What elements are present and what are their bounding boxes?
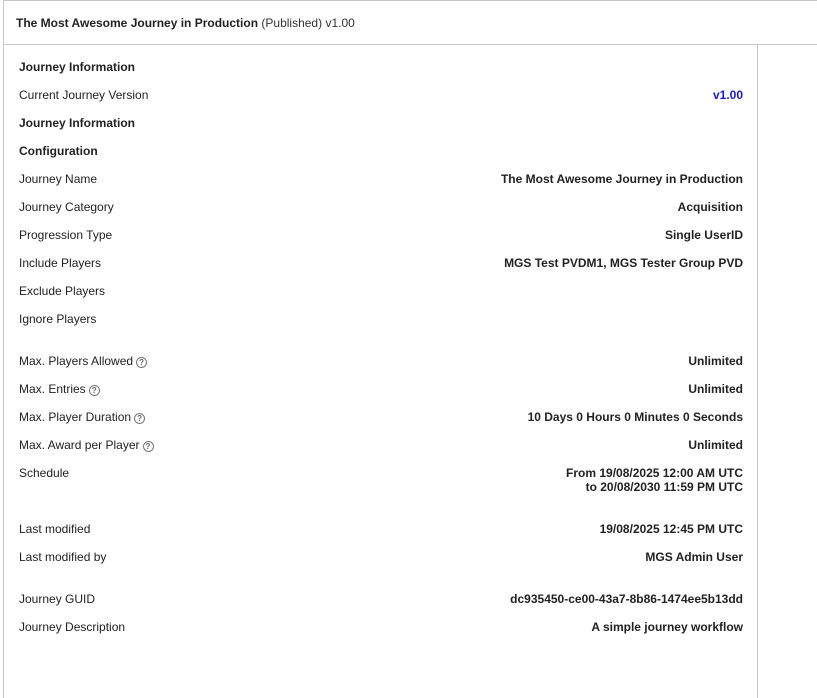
journey-header-version: v1.00 bbox=[325, 16, 355, 30]
row-max-entries: Max. Entries? Unlimited bbox=[19, 382, 743, 402]
journey-name-label: Journey Name bbox=[19, 172, 98, 186]
max-award-label-text: Max. Award per Player bbox=[19, 438, 140, 452]
row-journey-guid: Journey GUID dc935450-ce00-43a7-8b86-147… bbox=[19, 592, 743, 612]
max-players-value: Unlimited bbox=[688, 354, 743, 368]
row-ignore-players: Ignore Players bbox=[19, 312, 743, 332]
row-current-version: Current Journey Version v1.00 bbox=[19, 88, 743, 108]
row-last-modified: Last modified 19/08/2025 12:45 PM UTC bbox=[19, 522, 743, 542]
row-journey-category: Journey Category Acquisition bbox=[19, 200, 743, 220]
section-journey-information: Journey Information bbox=[19, 60, 136, 74]
max-entries-value: Unlimited bbox=[688, 382, 743, 396]
last-modified-value: 19/08/2025 12:45 PM UTC bbox=[599, 522, 743, 536]
row-include-players: Include Players MGS Test PVDM1, MGS Test… bbox=[19, 256, 743, 276]
row-exclude-players: Exclude Players bbox=[19, 284, 743, 304]
journey-name-value: The Most Awesome Journey in Production bbox=[500, 172, 743, 186]
last-modified-label: Last modified bbox=[19, 522, 91, 536]
max-players-label-text: Max. Players Allowed bbox=[19, 354, 134, 368]
schedule-value: From 19/08/2025 12:00 AM UTC to 20/08/20… bbox=[566, 466, 743, 494]
row-max-award: Max. Award per Player? Unlimited bbox=[19, 438, 743, 458]
max-players-label: Max. Players Allowed? bbox=[19, 354, 148, 368]
journey-category-label: Journey Category bbox=[19, 200, 114, 214]
max-entries-label-text: Max. Entries bbox=[19, 382, 86, 396]
journey-description-value: A simple journey workflow bbox=[591, 620, 743, 634]
help-circle-icon[interactable]: ? bbox=[142, 441, 154, 452]
max-entries-label: Max. Entries? bbox=[19, 382, 100, 396]
row-progression-type: Progression Type Single UserID bbox=[19, 228, 743, 248]
progression-type-label: Progression Type bbox=[19, 228, 113, 242]
exclude-players-label: Exclude Players bbox=[19, 284, 106, 298]
include-players-label: Include Players bbox=[19, 256, 102, 270]
section-journey-information-2: Journey Information bbox=[19, 116, 136, 130]
ignore-players-label: Ignore Players bbox=[19, 312, 97, 326]
max-duration-label: Max. Player Duration? bbox=[19, 410, 146, 424]
last-modified-by-value: MGS Admin User bbox=[645, 550, 743, 564]
row-schedule: Schedule From 19/08/2025 12:00 AM UTC to… bbox=[19, 466, 743, 498]
row-journey-name: Journey Name The Most Awesome Journey in… bbox=[19, 172, 743, 192]
max-duration-value: 10 Days 0 Hours 0 Minutes 0 Seconds bbox=[527, 410, 743, 424]
row-max-duration: Max. Player Duration? 10 Days 0 Hours 0 … bbox=[19, 410, 743, 430]
max-award-label: Max. Award per Player? bbox=[19, 438, 154, 452]
journey-guid-label: Journey GUID bbox=[19, 592, 96, 606]
journey-category-value: Acquisition bbox=[677, 200, 743, 214]
current-version-value: v1.00 bbox=[712, 88, 743, 102]
row-last-modified-by: Last modified by MGS Admin User bbox=[19, 550, 743, 570]
max-duration-label-text: Max. Player Duration bbox=[19, 410, 132, 424]
current-version-label: Current Journey Version bbox=[19, 88, 149, 102]
schedule-label: Schedule bbox=[19, 466, 70, 480]
help-circle-icon[interactable]: ? bbox=[136, 357, 148, 368]
include-players-value: MGS Test PVDM1, MGS Tester Group PVD bbox=[504, 256, 743, 270]
max-award-value: Unlimited bbox=[688, 438, 743, 452]
help-circle-icon[interactable]: ? bbox=[88, 385, 100, 396]
journey-title: The Most Awesome Journey in Production bbox=[16, 16, 259, 30]
help-circle-icon[interactable]: ? bbox=[134, 413, 146, 424]
journey-details-frame: The Most Awesome Journey in Production (… bbox=[3, 0, 817, 698]
journey-header: The Most Awesome Journey in Production (… bbox=[4, 1, 817, 45]
section-configuration: Configuration bbox=[19, 144, 98, 158]
journey-guid-value: dc935450-ce00-43a7-8b86-1474ee5b13dd bbox=[510, 592, 743, 606]
journey-description-label: Journey Description bbox=[19, 620, 126, 634]
last-modified-by-label: Last modified by bbox=[19, 550, 107, 564]
journey-details-panel: Journey Information Current Journey Vers… bbox=[4, 45, 758, 698]
row-max-players: Max. Players Allowed? Unlimited bbox=[19, 354, 743, 374]
schedule-to: to 20/08/2030 11:59 PM UTC bbox=[585, 480, 743, 494]
row-journey-description: Journey Description A simple journey wor… bbox=[19, 620, 743, 640]
schedule-from: From 19/08/2025 12:00 AM UTC bbox=[566, 466, 743, 480]
progression-type-value: Single UserID bbox=[664, 228, 743, 242]
journey-status: (Published) bbox=[261, 16, 323, 30]
